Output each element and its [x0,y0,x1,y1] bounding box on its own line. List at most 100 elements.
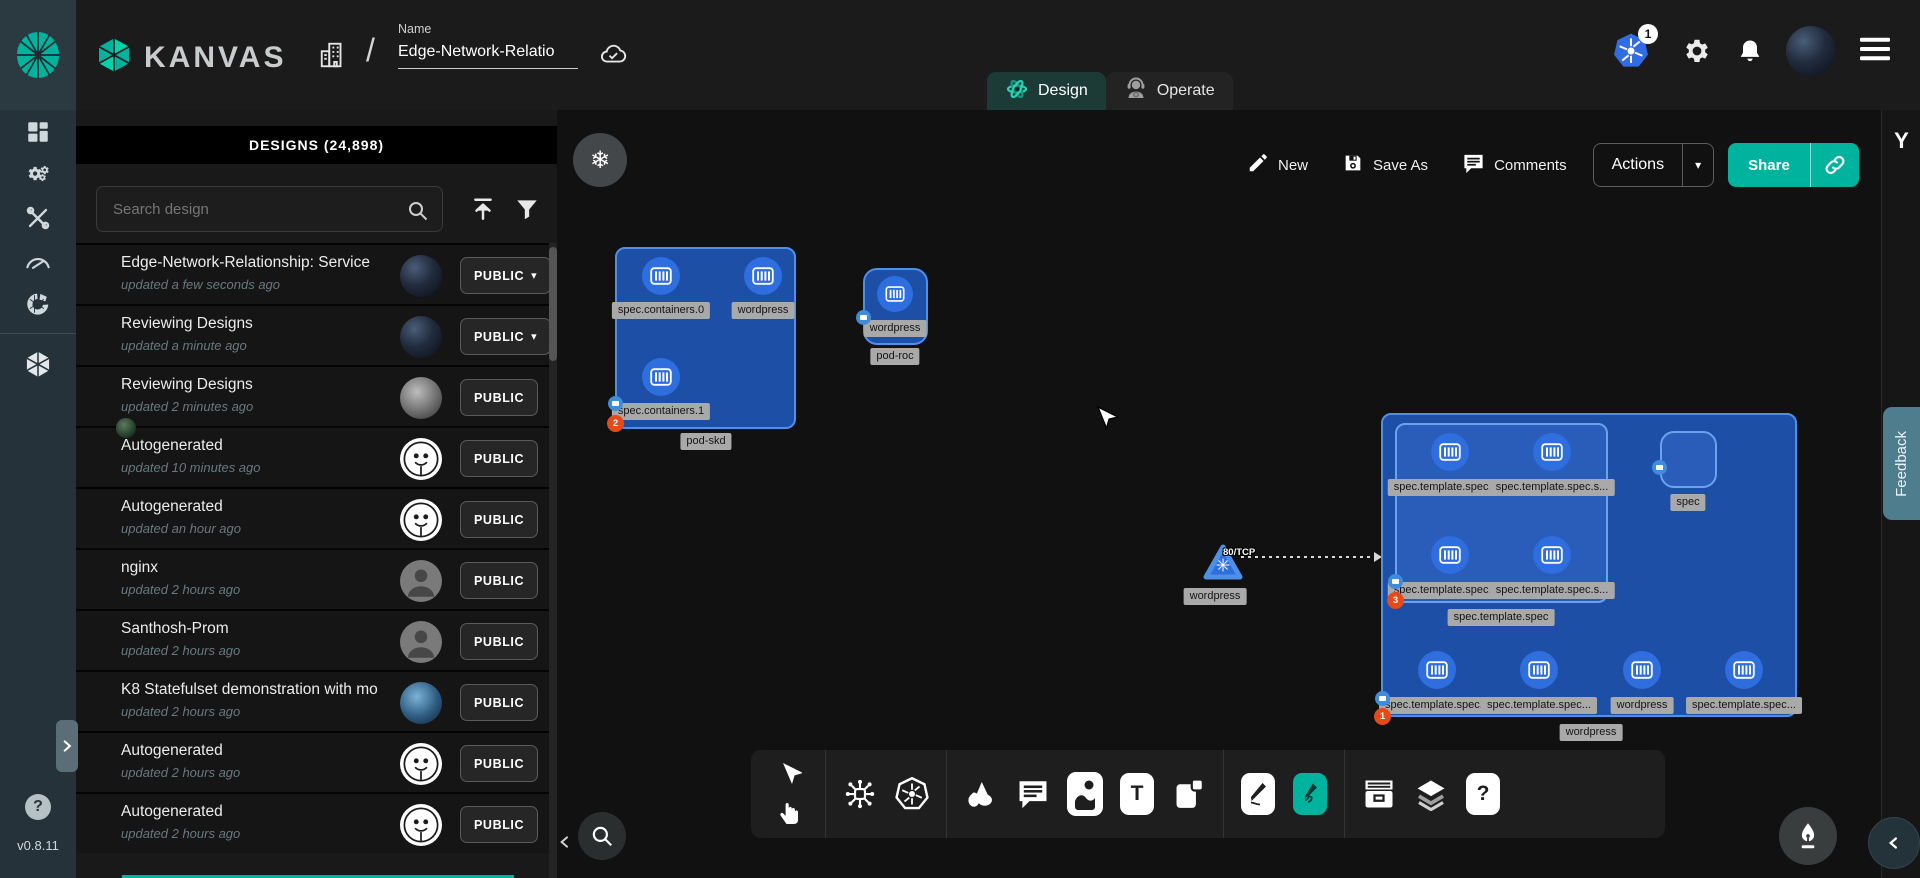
visibility-dropdown[interactable]: PUBLIC▾ [460,257,549,294]
container-node[interactable] [642,257,680,295]
freeze-layout-button[interactable]: ❄ [573,133,627,187]
actions-caret-icon[interactable]: ▾ [1682,144,1713,186]
visibility-dropdown[interactable]: PUBLIC▾ [460,318,549,355]
annotate-pen-tool[interactable] [1232,762,1284,826]
design-list-item[interactable]: nginx updated 2 hours ago PUBLIC [76,548,549,609]
sidebar-item-kanvas[interactable] [0,342,76,385]
menu-hamburger-icon[interactable] [1860,36,1890,67]
design-name-input[interactable] [398,40,578,69]
container-node[interactable] [1418,651,1456,689]
flows-branch-icon[interactable]: Y [1882,128,1920,154]
user-avatar[interactable] [1786,26,1836,76]
sidebar-item-dashboard[interactable] [0,110,76,153]
share-split-button[interactable]: Share [1728,143,1859,187]
sidebar-item-configuration[interactable] [0,196,76,239]
new-design-button[interactable]: New [1247,152,1308,178]
sidebar-item-performance[interactable] [0,239,76,282]
help-tool[interactable]: ? [1457,762,1509,826]
note-tool[interactable] [1163,762,1215,826]
pod-kind-badge[interactable] [608,396,623,411]
sidebar-item-lifecycle[interactable] [0,153,76,196]
select-tool[interactable] [773,758,807,792]
issue-count-badge[interactable]: 3 [1387,592,1404,609]
visibility-badge[interactable]: PUBLIC [460,379,538,416]
container-node[interactable] [1431,536,1469,574]
notifications-bell-icon[interactable] [1736,37,1764,65]
issue-count-badge[interactable]: 2 [607,415,624,432]
node-label: spec.template.spec... [1379,697,1495,714]
container-node[interactable] [1623,651,1661,689]
organization-icon[interactable] [318,40,348,75]
design-list-item[interactable]: Autogenerated updated an hour ago PUBLIC [76,487,549,548]
visibility-badge[interactable]: PUBLIC [460,440,538,477]
comment-tool[interactable] [1007,762,1059,826]
save-as-button[interactable]: Save As [1342,152,1428,178]
design-list-item[interactable]: K8 Statefulset demonstration with mo upd… [76,670,549,731]
design-owner-avatar [400,316,442,358]
help-button[interactable]: ? [25,794,51,820]
media-tool[interactable] [1059,762,1111,826]
draw-freehand-tool-active[interactable] [1284,762,1336,826]
feedback-tab[interactable]: Feedback [1883,407,1920,520]
zoom-search-button[interactable] [578,812,626,860]
copy-link-icon[interactable] [1810,143,1859,187]
actions-label: Actions [1594,144,1682,186]
pod-kind-badge[interactable] [1652,460,1667,475]
actions-split-button[interactable]: Actions ▾ [1593,143,1715,187]
saved-palettes-tool[interactable] [1353,762,1405,826]
sidebar-item-extensions[interactable] [0,282,76,325]
container-node[interactable] [1520,651,1558,689]
node-spec[interactable] [1660,431,1717,488]
design-list-item[interactable]: Autogenerated updated 2 hours ago PUBLIC [76,731,549,792]
filter-funnel-icon[interactable] [514,196,540,227]
visibility-badge[interactable]: PUBLIC [460,501,538,538]
kanvas-brand[interactable]: KANVAS [96,36,286,79]
design-list-item[interactable]: Edge-Network-Relationship: Service updat… [76,243,549,304]
container-node[interactable] [642,358,680,396]
kubernetes-context-switcher[interactable]: 1 [1612,32,1650,70]
container-node[interactable] [1725,651,1763,689]
tab-design[interactable]: Design [987,72,1106,110]
edge-service-to-deployment[interactable] [1241,556,1375,558]
settings-gear-icon[interactable] [1682,36,1712,66]
sidebar-divider [0,333,76,334]
text-tool[interactable]: T [1111,762,1163,826]
visibility-badge[interactable]: PUBLIC [460,684,538,721]
node-group-spec-template[interactable] [1395,423,1608,603]
visibility-badge[interactable]: PUBLIC [460,623,538,660]
sidebar-expand-button[interactable] [56,720,78,772]
pod-kind-badge[interactable] [856,310,871,325]
container-node[interactable] [1533,536,1571,574]
container-node[interactable] [1533,433,1571,471]
issue-count-badge[interactable]: 1 [1374,708,1391,725]
container-node[interactable] [744,257,782,295]
import-design-icon[interactable] [470,196,496,227]
visibility-badge[interactable]: PUBLIC [460,562,538,599]
pan-hand-tool[interactable] [773,796,807,830]
whiteboard-pen-button[interactable] [1779,807,1837,865]
design-list-item[interactable]: Reviewing Designs updated 2 minutes ago … [76,365,549,426]
container-node[interactable] [1431,433,1469,471]
tab-operate[interactable]: Operate [1106,72,1233,110]
container-node[interactable] [877,276,913,312]
shapes-tool[interactable] [955,762,1007,826]
design-list-item[interactable]: Santhosh-Prom updated 2 hours ago PUBLIC [76,609,549,670]
pod-kind-badge[interactable] [1375,691,1390,706]
visibility-badge[interactable]: PUBLIC [460,745,538,782]
meshery-logo[interactable] [0,0,76,110]
collapse-right-panel-button[interactable] [1868,817,1920,869]
design-list-item[interactable]: Reviewing Designs updated a minute ago P… [76,304,549,365]
meshery-components-tool[interactable] [834,762,886,826]
pod-kind-badge[interactable] [1388,574,1403,589]
header-bar: KANVAS / Name Design Operate [0,0,1920,110]
designs-scrollbar-thumb[interactable] [549,247,557,361]
layers-tool[interactable] [1405,762,1457,826]
kubernetes-components-tool[interactable] [886,762,938,826]
design-list-item[interactable]: Autogenerated updated 10 minutes ago PUB… [76,426,549,487]
comments-button[interactable]: Comments [1462,152,1567,179]
design-search-input[interactable] [97,187,442,231]
design-canvas[interactable]: ❄ New Save As Comments [557,110,1881,878]
visibility-badge[interactable]: PUBLIC [460,806,538,843]
panel-collapse-chevron[interactable] [557,832,573,857]
design-list-item[interactable]: Autogenerated updated 2 hours ago PUBLIC [76,792,549,853]
